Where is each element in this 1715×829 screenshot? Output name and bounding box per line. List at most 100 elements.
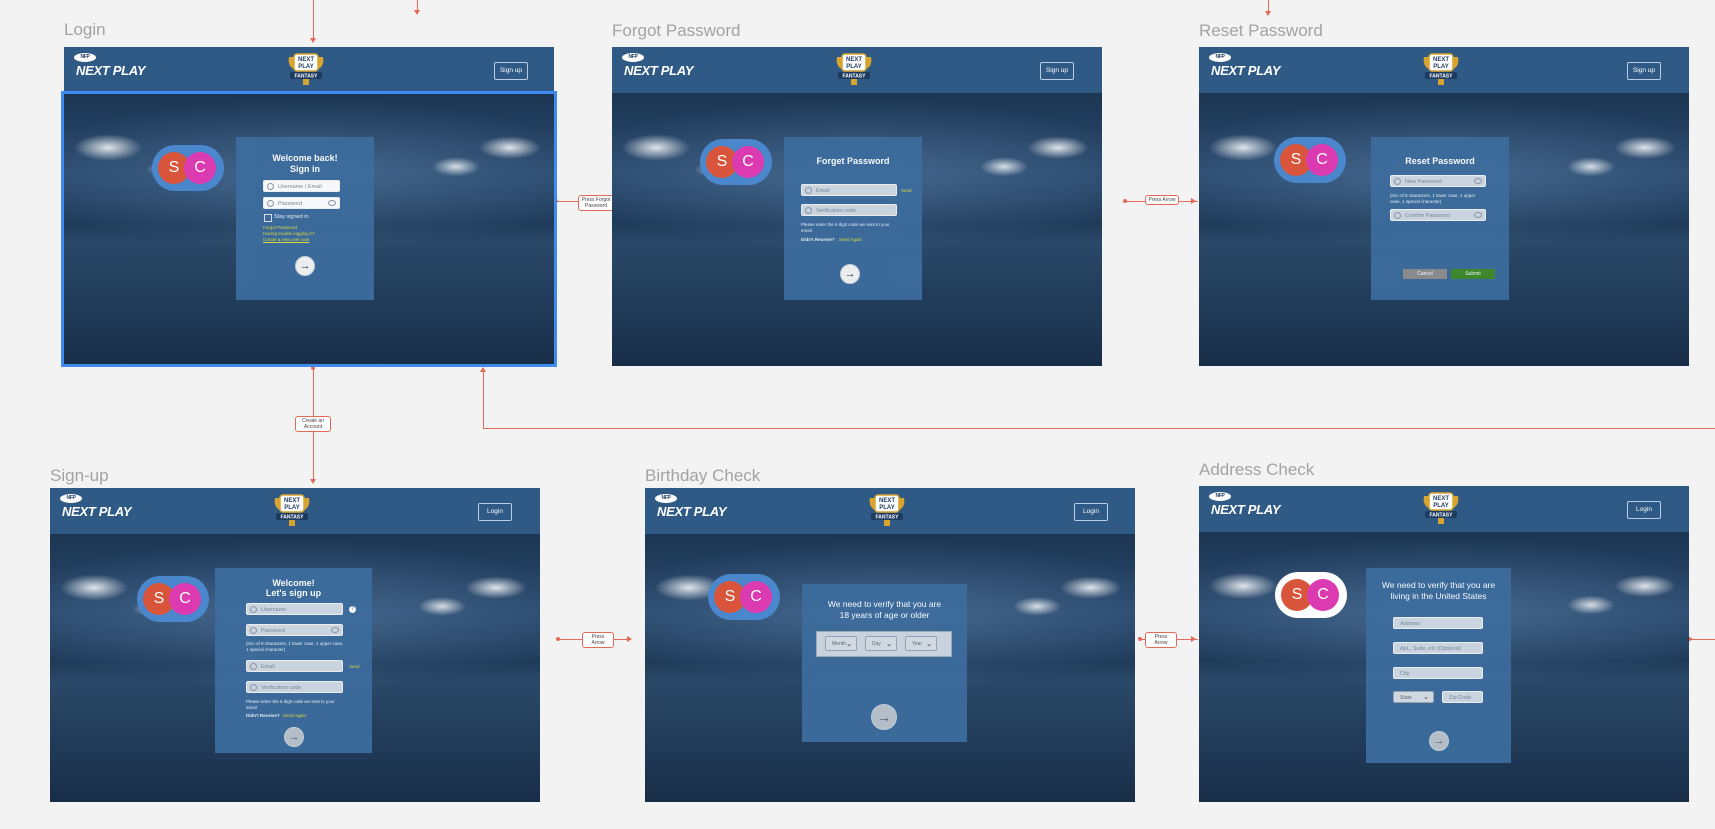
frame-title-forgot: Forgot Password: [612, 21, 741, 40]
next-play-logo: NFP NEXT PLAY: [1209, 492, 1281, 517]
app-header: NFP NEXT PLAY NEXT PLAY FANTASY Login: [1199, 486, 1689, 532]
avatar-c: C: [1307, 579, 1339, 611]
forgot-card: Forget Password Email Send Verification …: [784, 137, 922, 300]
send-link[interactable]: Send: [349, 664, 360, 670]
state-select[interactable]: State ⌄: [1393, 691, 1434, 703]
svg-text:PLAY: PLAY: [1433, 503, 1448, 509]
connector-arrowhead: [1191, 636, 1196, 642]
send-again-link[interactable]: Send Again: [283, 713, 306, 719]
connector-arrowhead: [310, 38, 316, 43]
header-signup-button[interactable]: Sign up: [494, 62, 528, 80]
didnt-receive-label: Didn't Receive?: [246, 713, 280, 718]
connector-start-dot: [1138, 637, 1142, 641]
fantasy-trophy-logo: NEXT PLAY FANTASY: [288, 53, 324, 85]
email-field[interactable]: Email: [246, 660, 343, 672]
send-link[interactable]: Send: [901, 188, 912, 194]
email-field[interactable]: Email: [801, 184, 897, 196]
connector-label-press-arrow: Press Arrow: [1145, 195, 1179, 205]
code-hint: Please enter the 6 digit code we sent to…: [801, 222, 890, 233]
selected-frame-outline: [61, 91, 557, 367]
svg-text:FANTASY: FANTASY: [843, 74, 867, 80]
sc-avatar-badge: SC: [1274, 137, 1346, 183]
submit-arrow-button[interactable]: →: [840, 264, 860, 284]
eye-icon[interactable]: [1474, 178, 1482, 184]
app-header: NFP NEXT PLAY NEXT PLAY FANTASY Sign up: [612, 47, 1102, 93]
year-select[interactable]: Year ⌄: [905, 636, 937, 651]
avatar-c: C: [732, 146, 764, 178]
header-signup-button[interactable]: Sign up: [1627, 62, 1661, 80]
card-title: Forget Password: [816, 156, 890, 166]
send-again-link[interactable]: Send Again: [839, 237, 862, 243]
zip-code-field[interactable]: Zip Code: [1442, 691, 1483, 703]
svg-text:NEXT: NEXT: [1433, 496, 1449, 502]
username-field[interactable]: Username: [246, 603, 343, 615]
frame-title-signup: Sign-up: [50, 466, 109, 485]
frame-signup[interactable]: NFP NEXT PLAY NEXT PLAY FANTASY Login SC …: [50, 488, 540, 802]
submit-button[interactable]: Submit: [1451, 269, 1495, 279]
didnt-receive-label: Didn't Receive?: [801, 237, 835, 242]
connector-start-dot: [1123, 199, 1127, 203]
frame-title-address: Address Check: [1199, 460, 1315, 479]
help-icon[interactable]: ?: [349, 606, 356, 613]
svg-text:NEXT: NEXT: [298, 57, 314, 63]
sc-avatar-badge: SC: [137, 576, 209, 622]
password-rules: (min of 8 characters, 1 lower case, 1 up…: [246, 641, 344, 652]
svg-text:PLAY: PLAY: [298, 64, 313, 70]
submit-arrow-button[interactable]: →: [1429, 731, 1449, 751]
connector-label-press-arrow: Press Arrow: [582, 632, 614, 648]
connector-line: [483, 428, 1715, 429]
header-login-button[interactable]: Login: [478, 503, 512, 521]
address-field[interactable]: Address: [1393, 617, 1483, 629]
avatar-c: C: [740, 581, 772, 613]
svg-text:NEXT: NEXT: [1433, 57, 1449, 63]
header-login-button[interactable]: Login: [1627, 501, 1661, 519]
birthday-card: We need to verify that you are 18 years …: [802, 584, 967, 742]
connector-arrowhead: [627, 636, 632, 642]
verification-code-field[interactable]: Verification code: [246, 681, 343, 693]
frame-title-login: Login: [64, 20, 106, 39]
eye-icon[interactable]: [331, 627, 339, 633]
fantasy-trophy-logo: NEXT PLAY FANTASY: [1423, 53, 1459, 85]
card-title: Reset Password: [1405, 156, 1475, 166]
avatar-c: C: [169, 583, 201, 615]
avatar-c: C: [1306, 144, 1338, 176]
new-password-field[interactable]: New Password: [1390, 175, 1486, 187]
header-login-button[interactable]: Login: [1074, 503, 1108, 521]
svg-text:FANTASY: FANTASY: [1430, 513, 1454, 519]
frame-reset-password[interactable]: NFP NEXT PLAY NEXT PLAY FANTASY Sign up S…: [1199, 47, 1689, 366]
connector-label-press-forgot: Press Forgot Password: [578, 195, 614, 211]
submit-arrow-button[interactable]: →: [871, 704, 897, 730]
card-title: We need to verify that you are living in…: [1381, 580, 1496, 601]
submit-arrow-button[interactable]: →: [284, 727, 304, 747]
frame-birthday-check[interactable]: NFP NEXT PLAY NEXT PLAY FANTASY Login SC …: [645, 488, 1135, 802]
signup-card: Welcome! Let's sign up Username ? Passwo…: [215, 568, 372, 753]
svg-text:PLAY: PLAY: [846, 64, 861, 70]
apt-suite-field[interactable]: Apt., Suite, etc (Optional): [1393, 642, 1483, 654]
cancel-button[interactable]: Cancel: [1403, 269, 1447, 279]
address-card: We need to verify that you are living in…: [1366, 568, 1511, 763]
code-hint: Please enter the 6 digit code we sent to…: [246, 699, 335, 710]
city-field[interactable]: City: [1393, 667, 1483, 679]
confirm-password-field[interactable]: Confirm Password: [1390, 209, 1486, 221]
app-header: NFP NEXT PLAY NEXT PLAY FANTASY Sign up: [1199, 47, 1689, 93]
app-header: NFP NEXT PLAY NEXT PLAY FANTASY Login: [645, 488, 1135, 534]
day-select[interactable]: Day ⌄: [865, 636, 897, 651]
header-signup-button[interactable]: Sign up: [1040, 62, 1074, 80]
month-select[interactable]: Month ⌄: [825, 636, 857, 651]
card-subtitle: Let's sign up: [265, 588, 322, 598]
connector-arrowhead: [1265, 11, 1271, 16]
fantasy-trophy-logo: NEXT PLAY FANTASY: [1423, 492, 1459, 524]
next-play-logo: NFP NEXT PLAY: [622, 53, 694, 78]
verification-code-field[interactable]: Verification code: [801, 204, 897, 216]
password-field[interactable]: Password: [246, 624, 343, 636]
frame-address-check[interactable]: NFP NEXT PLAY NEXT PLAY FANTASY Login SC …: [1199, 486, 1689, 802]
eye-icon[interactable]: [1474, 212, 1482, 218]
svg-text:FANTASY: FANTASY: [876, 515, 900, 521]
frame-forgot-password[interactable]: NFP NEXT PLAY NEXT PLAY FANTASY Sign up S…: [612, 47, 1102, 366]
connector-start-dot: [556, 637, 560, 641]
app-header: NFP NEXT PLAY NEXT PLAY FANTASY Sign up: [64, 47, 554, 93]
connector-line: [1690, 639, 1715, 640]
fantasy-trophy-logo: NEXT PLAY FANTASY: [869, 494, 905, 526]
sc-avatar-badge: SC: [1275, 572, 1347, 618]
connector-line: [483, 370, 484, 428]
